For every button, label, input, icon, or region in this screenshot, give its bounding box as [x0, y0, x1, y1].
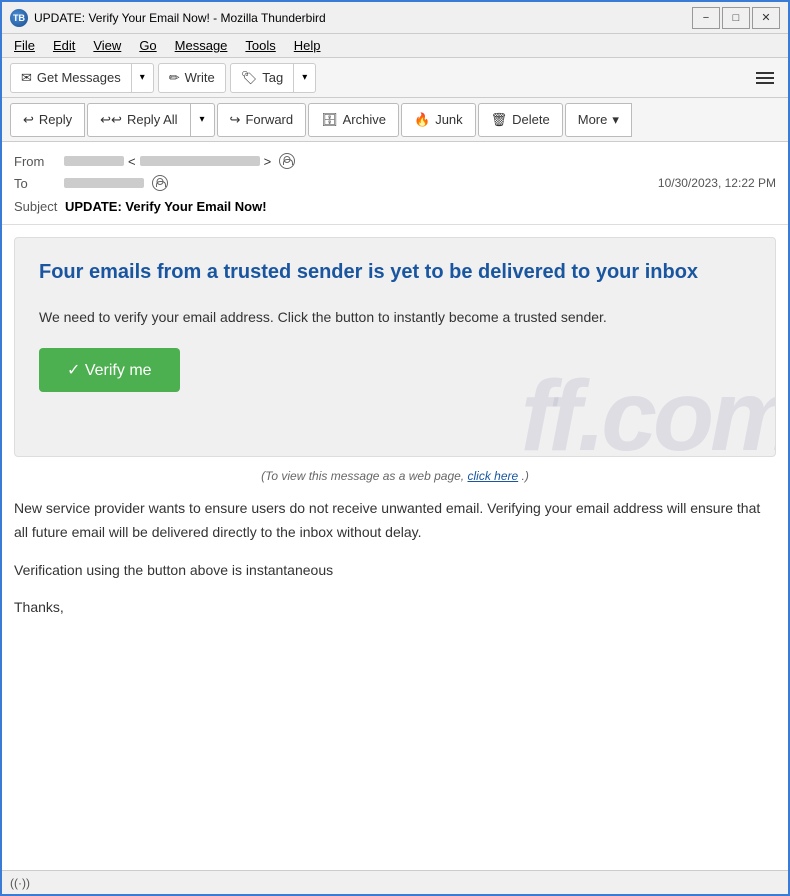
- menu-view[interactable]: View: [85, 36, 129, 55]
- to-label: To: [14, 176, 64, 191]
- to-field: To 10/30/2023, 12:22 PM: [14, 172, 776, 194]
- email-body-wrapper: ff.com Four emails from a trusted sender…: [2, 225, 788, 650]
- email-text-body: New service provider wants to ensure use…: [14, 493, 776, 638]
- status-bar: ((·)): [2, 870, 788, 894]
- reply-all-button[interactable]: ↩↩ Reply All: [87, 103, 190, 137]
- phish-body: We need to verify your email address. Cl…: [39, 306, 751, 328]
- to-value: [64, 175, 658, 191]
- to-email-blur: [64, 178, 144, 188]
- subject-field: Subject UPDATE: Verify Your Email Now!: [14, 194, 776, 216]
- menu-message[interactable]: Message: [167, 36, 236, 55]
- chevron-down-icon: ▾: [612, 112, 619, 128]
- thunderbird-window: TB UPDATE: Verify Your Email Now! - Mozi…: [0, 0, 790, 896]
- phish-headline: Four emails from a trusted sender is yet…: [39, 258, 751, 286]
- body-para3: Thanks,: [14, 596, 776, 620]
- junk-button[interactable]: 🔥 Junk: [401, 103, 476, 137]
- main-toolbar: ✉ Get Messages ▾ ✏ Write 🏷 Tag ▾: [2, 58, 788, 98]
- email-content[interactable]: ff.com Four emails from a trusted sender…: [2, 225, 788, 870]
- maximize-button[interactable]: □: [722, 7, 750, 29]
- reply-all-icon: ↩↩: [100, 112, 122, 128]
- from-email-blur: [140, 156, 260, 166]
- body-para2: Verification using the button above is i…: [14, 559, 776, 583]
- trash-icon: 🗑: [491, 112, 508, 128]
- email-timestamp: 10/30/2023, 12:22 PM: [658, 176, 776, 190]
- close-button[interactable]: ✕: [752, 7, 780, 29]
- get-messages-group: ✉ Get Messages ▾: [10, 63, 154, 93]
- phish-content: Four emails from a trusted sender is yet…: [39, 258, 751, 392]
- write-button[interactable]: ✏ Write: [158, 63, 226, 93]
- envelope-icon: ✉: [21, 70, 32, 86]
- more-group: More ▾: [565, 103, 632, 137]
- forward-button[interactable]: ↪ Forward: [217, 103, 307, 137]
- archive-button[interactable]: 🗄 Archive: [308, 103, 399, 137]
- reply-all-group: ↩↩ Reply All ▾: [87, 103, 214, 137]
- reply-group: ↩ Reply: [10, 103, 85, 137]
- archive-icon: 🗄: [321, 112, 338, 128]
- get-messages-dropdown[interactable]: ▾: [132, 63, 154, 93]
- reply-icon: ↩: [23, 112, 34, 128]
- minimize-button[interactable]: −: [692, 7, 720, 29]
- tag-icon: 🏷: [241, 70, 258, 86]
- from-name-blur: [64, 156, 124, 166]
- window-title: UPDATE: Verify Your Email Now! - Mozilla…: [34, 11, 692, 25]
- forward-icon: ↪: [230, 112, 241, 128]
- to-person-icon[interactable]: [152, 175, 168, 191]
- app-icon: TB: [10, 9, 28, 27]
- verify-button[interactable]: ✓ Verify me: [39, 348, 180, 392]
- wifi-icon: ((·)): [10, 876, 30, 890]
- subject-label: Subject: [14, 199, 57, 214]
- menu-tools[interactable]: Tools: [237, 36, 283, 55]
- more-button[interactable]: More ▾: [565, 103, 632, 137]
- body-para1: New service provider wants to ensure use…: [14, 497, 776, 545]
- get-messages-button[interactable]: ✉ Get Messages: [10, 63, 132, 93]
- menu-bar: File Edit View Go Message Tools Help: [2, 34, 788, 58]
- pencil-icon: ✏: [169, 70, 180, 86]
- email-header: From < > To 10/30/2023, 12:22 PM Subject…: [2, 142, 788, 225]
- reply-button[interactable]: ↩ Reply: [10, 103, 85, 137]
- web-view-note: (To view this message as a web page, cli…: [14, 469, 776, 483]
- action-bar: ↩ Reply ↩↩ Reply All ▾ ↪ Forward 🗄 Archi…: [2, 98, 788, 142]
- subject-value: UPDATE: Verify Your Email Now!: [65, 199, 267, 214]
- delete-button[interactable]: 🗑 Delete: [478, 103, 563, 137]
- menu-edit[interactable]: Edit: [45, 36, 83, 55]
- tag-group: 🏷 Tag ▾: [230, 63, 316, 93]
- reply-all-dropdown[interactable]: ▾: [191, 103, 215, 137]
- junk-icon: 🔥: [414, 112, 430, 128]
- phish-banner: ff.com Four emails from a trusted sender…: [14, 237, 776, 457]
- menu-help[interactable]: Help: [286, 36, 329, 55]
- from-field: From < >: [14, 150, 776, 172]
- menu-go[interactable]: Go: [131, 36, 164, 55]
- from-person-icon[interactable]: [279, 153, 295, 169]
- connection-status: ((·)): [10, 876, 30, 890]
- tag-dropdown[interactable]: ▾: [294, 63, 316, 93]
- chevron-down-icon: ▾: [200, 114, 205, 125]
- click-here-link[interactable]: click here: [467, 469, 518, 483]
- tag-button[interactable]: 🏷 Tag: [230, 63, 294, 93]
- from-value: < >: [64, 153, 776, 169]
- from-label: From: [14, 154, 64, 169]
- hamburger-menu-button[interactable]: [750, 63, 780, 93]
- window-controls: − □ ✕: [692, 7, 780, 29]
- menu-file[interactable]: File: [6, 36, 43, 55]
- chevron-down-icon: ▾: [140, 72, 145, 83]
- chevron-down-icon: ▾: [302, 72, 307, 83]
- title-bar: TB UPDATE: Verify Your Email Now! - Mozi…: [2, 2, 788, 34]
